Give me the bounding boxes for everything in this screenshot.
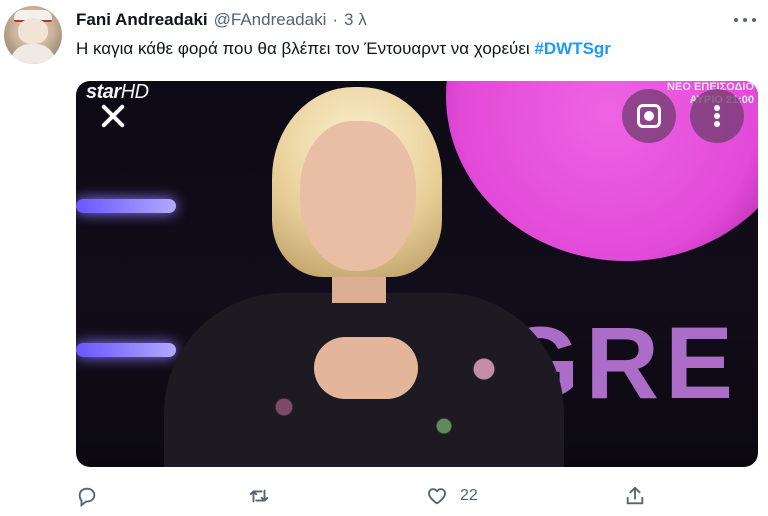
purple-light-stripe [76,199,176,213]
tweet-body: Η καγια κάθε φορά που θα βλέπει τον Έντο… [76,39,530,58]
more-dot [752,18,756,22]
heart-icon [428,488,446,505]
clasped-hands [314,337,418,399]
menu-dot [714,121,720,127]
retweet-icon [249,489,269,503]
close-icon[interactable] [98,101,128,131]
channel-logo-main: star [86,81,121,103]
tweet-media[interactable]: GRE starHD ΝΕΟ ΕΠΕΙΣΟΔΙΟ ΑΥΡΙΟ 21:00 [76,81,758,467]
lens-icon [637,104,661,128]
tweet-header: Fani Andreadaki @FAndreadaki · 3 λ [76,9,367,31]
share-button[interactable] [624,481,658,511]
more-options-icon[interactable] [734,13,756,27]
tweet-actions: 22 [76,481,676,511]
like-button[interactable]: 22 [426,481,478,511]
retweet-button[interactable] [248,481,282,511]
avatar-face [18,18,48,44]
purple-light-stripe [76,343,176,357]
separator-dot: · [332,10,339,29]
face [300,121,416,271]
lens-button[interactable] [622,89,676,143]
avatar[interactable] [4,6,62,64]
author-handle[interactable]: @FAndreadaki [214,10,327,30]
woman-figure [164,81,564,467]
like-count: 22 [460,487,478,504]
tweet: Fani Andreadaki @FAndreadaki · 3 λ Η καγ… [0,0,768,516]
hashtag-link[interactable]: #DWTSgr [534,39,611,58]
tweet-timestamp[interactable]: 3 λ [344,10,367,30]
menu-dot [714,113,720,119]
menu-dot [714,105,720,111]
more-dot [743,18,747,22]
reply-button[interactable] [76,481,110,511]
channel-logo-suffix: HD [120,81,149,103]
more-dot [734,18,738,22]
reply-icon [78,487,96,507]
share-icon [626,486,644,505]
avatar-body [10,44,56,64]
tweet-text: Η καγια κάθε φορά που θα βλέπει τον Έντο… [76,39,611,59]
more-vertical-icon [714,105,720,127]
author-name[interactable]: Fani Andreadaki [76,10,208,30]
media-menu-button[interactable] [690,89,744,143]
